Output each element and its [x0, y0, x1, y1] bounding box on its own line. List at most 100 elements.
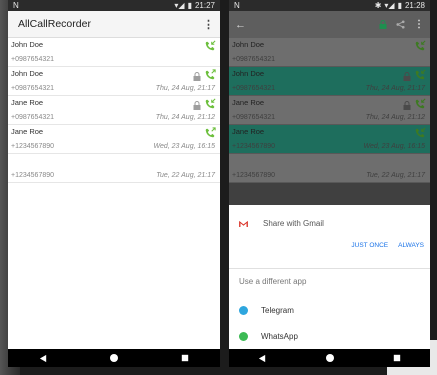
- app-row-telegram[interactable]: Telegram: [229, 297, 430, 323]
- signal-icon: ▾◢: [174, 1, 185, 10]
- call-row[interactable]: +1234567890 Tue, 22 Aug, 21:17: [229, 154, 430, 183]
- caller-name: Jane Roe: [11, 98, 44, 107]
- recents-icon[interactable]: [181, 354, 189, 362]
- caller-number: +1234567890: [232, 172, 276, 179]
- share-sheet: Share with Gmail JUST ONCE ALWAYS Use a …: [229, 205, 430, 349]
- app-title: AllCallRecorder: [18, 18, 91, 30]
- call-list: John Doe +0987654321 John Doe +0987654321 Th…: [8, 38, 220, 183]
- call-icons: [414, 126, 426, 144]
- lock-icon[interactable]: [193, 68, 201, 86]
- call-row[interactable]: John Doe +0987654321: [8, 38, 220, 67]
- call-icons: [414, 39, 426, 57]
- call-date: Thu, 24 Aug, 21:17: [365, 85, 425, 92]
- call-list: John Doe +0987654321 John Doe +0987654321 Th…: [229, 38, 430, 183]
- overflow-menu-icon[interactable]: ⋮: [203, 18, 214, 31]
- caller-number: +0987654321: [11, 114, 55, 121]
- app-toolbar: AllCallRecorder ⋮: [8, 11, 220, 38]
- share-gmail-row[interactable]: Share with Gmail: [229, 208, 430, 238]
- battery-icon: ▮: [397, 1, 402, 10]
- call-icon: [414, 39, 426, 57]
- call-row[interactable]: Jane Roe +0987654321 Thu, 24 Aug, 21:12: [229, 96, 430, 125]
- home-icon[interactable]: [109, 353, 119, 363]
- back-icon[interactable]: [39, 354, 48, 363]
- call-date: Tue, 22 Aug, 21:17: [156, 172, 215, 179]
- nav-bar: [229, 349, 430, 367]
- lock-icon[interactable]: [403, 97, 411, 115]
- lock-icon[interactable]: [193, 97, 201, 115]
- call-incoming-icon: [204, 39, 216, 57]
- signal-icon: ▾◢: [384, 1, 395, 10]
- caller-name: John Doe: [232, 40, 265, 49]
- whatsapp-icon: [239, 332, 248, 341]
- battery-icon: ▮: [187, 1, 192, 10]
- notification-icon: N: [13, 1, 19, 10]
- call-date: Thu, 24 Aug, 21:17: [155, 85, 215, 92]
- call-icon: [414, 97, 426, 115]
- status-bar: N ▾◢ ▮ 21:27: [8, 0, 220, 11]
- back-icon[interactable]: [258, 354, 267, 363]
- caller-name: Jane Roe: [232, 127, 265, 136]
- call-date: Wed, 23 Aug, 16:15: [153, 143, 216, 150]
- lock-icon[interactable]: [379, 20, 387, 29]
- call-row[interactable]: Jane Roe +0987654321 Thu, 24 Aug, 21:12: [8, 96, 220, 125]
- use-different-app-label: Use a different app: [239, 277, 307, 286]
- sheet-actions: JUST ONCE ALWAYS: [229, 238, 430, 258]
- home-icon[interactable]: [325, 353, 335, 363]
- call-row[interactable]: John Doe +0987654321 Thu, 24 Aug, 21:17: [8, 67, 220, 96]
- caller-name: John Doe: [11, 40, 44, 49]
- nav-bar: [8, 349, 220, 367]
- share-with-label: Share with Gmail: [263, 218, 324, 228]
- call-icon: [414, 68, 426, 86]
- recents-icon[interactable]: [393, 354, 401, 362]
- call-row[interactable]: Jane Roe +1234567890 Wed, 23 Aug, 16:15: [8, 125, 220, 154]
- clock: 21:28: [404, 1, 425, 10]
- caller-name: Jane Roe: [232, 98, 265, 107]
- caller-name: John Doe: [232, 69, 265, 78]
- share-icon[interactable]: [396, 20, 405, 29]
- app-name: Telegram: [261, 305, 294, 315]
- call-date: Wed, 23 Aug, 16:15: [363, 143, 426, 150]
- call-icon: [414, 126, 426, 144]
- call-row[interactable]: +1234567890 Tue, 22 Aug, 21:17: [8, 154, 220, 183]
- telegram-icon: [239, 305, 248, 315]
- bluetooth-icon: ✱: [374, 1, 382, 10]
- caller-number: +0987654321: [232, 85, 276, 92]
- call-icons: [403, 97, 426, 115]
- app-row-whatsapp[interactable]: WhatsApp: [229, 323, 430, 341]
- call-icons: [204, 39, 216, 57]
- phone-left: N ▾◢ ▮ 21:27 AllCallRecorder ⋮ John Doe +…: [8, 0, 220, 367]
- clock: 21:27: [194, 1, 215, 10]
- back-arrow-icon[interactable]: ←: [235, 19, 246, 31]
- call-row[interactable]: John Doe +0987654321 Thu, 24 Aug, 21:17: [229, 67, 430, 96]
- notification-icon: N: [234, 1, 240, 10]
- overflow-menu-icon[interactable]: ⋮: [414, 19, 424, 30]
- caller-number: +1234567890: [11, 143, 55, 150]
- caller-number: +1234567890: [232, 143, 276, 150]
- selection-toolbar: ← ⋮: [229, 11, 430, 38]
- call-icons: [403, 68, 426, 86]
- call-outgoing-icon: [204, 126, 216, 144]
- call-outgoing-icon: [204, 68, 216, 86]
- always-button[interactable]: ALWAYS: [398, 242, 424, 258]
- call-incoming-icon: [204, 97, 216, 115]
- call-date: Thu, 24 Aug, 21:12: [155, 114, 215, 121]
- call-row[interactable]: John Doe +0987654321: [229, 38, 430, 67]
- call-icons: [204, 126, 216, 144]
- caller-name: John Doe: [11, 69, 44, 78]
- call-date: Thu, 24 Aug, 21:12: [365, 114, 425, 121]
- call-date: Tue, 22 Aug, 21:17: [366, 172, 425, 179]
- caller-number: +0987654321: [232, 114, 276, 121]
- call-icons: [193, 68, 216, 86]
- status-bar: N ✱ ▾◢ ▮ 21:28: [229, 0, 430, 11]
- lock-icon[interactable]: [403, 68, 411, 86]
- caller-name: Jane Roe: [11, 127, 44, 136]
- gmail-icon: [239, 220, 248, 227]
- call-row[interactable]: Jane Roe +1234567890 Wed, 23 Aug, 16:15: [229, 125, 430, 154]
- caller-number: +0987654321: [11, 56, 55, 63]
- caller-number: +0987654321: [232, 56, 276, 63]
- phone-right: N ✱ ▾◢ ▮ 21:28 ← ⋮ John Doe +0987654321 Jo…: [229, 0, 430, 367]
- app-name: WhatsApp: [261, 332, 298, 341]
- caller-number: +0987654321: [11, 85, 55, 92]
- just-once-button[interactable]: JUST ONCE: [351, 242, 388, 258]
- caller-number: +1234567890: [11, 172, 55, 179]
